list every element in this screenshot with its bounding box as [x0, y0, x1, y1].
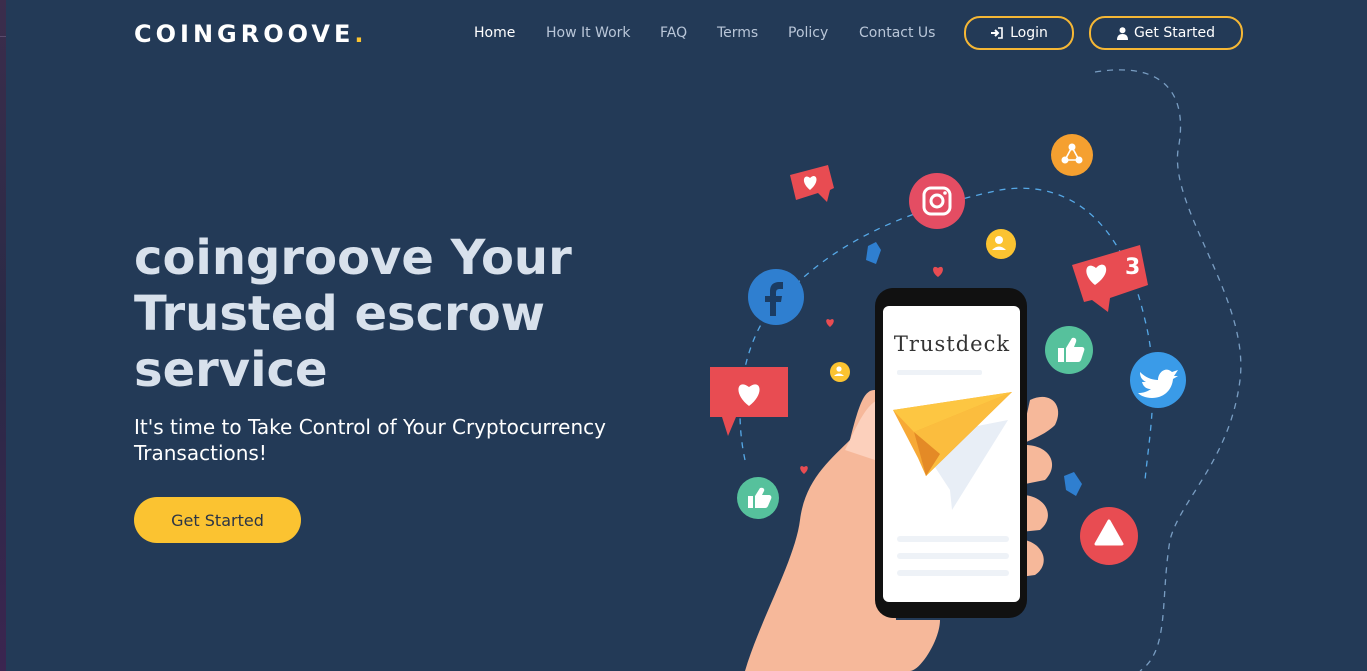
- nav-how-it-work[interactable]: How It Work: [546, 25, 631, 41]
- hero-get-started-button[interactable]: Get Started: [134, 497, 301, 543]
- phone-brand: Trustdeck: [894, 332, 1010, 356]
- user-icon: [1116, 26, 1128, 40]
- like-count: 3: [1125, 255, 1140, 280]
- thumbs-up-icon: [737, 477, 779, 519]
- login-label: Login: [1010, 25, 1048, 41]
- instagram-icon: [909, 173, 965, 229]
- user-badge-icon: [986, 229, 1016, 259]
- hero-title: coingroove Your Trusted escrow service: [134, 230, 572, 398]
- page: COINGROOVE. Home How It Work FAQ Terms P…: [6, 0, 1367, 671]
- nav-terms[interactable]: Terms: [717, 25, 758, 41]
- heart-bubble-icon: 3: [1072, 245, 1148, 312]
- hero-subtitle: It's time to Take Control of Your Crypto…: [134, 415, 606, 465]
- login-button[interactable]: Login: [964, 16, 1074, 50]
- brand-dot: .: [354, 20, 368, 48]
- share-icon: [1051, 134, 1093, 176]
- nav-home[interactable]: Home: [474, 25, 515, 41]
- nav-contact-us[interactable]: Contact Us: [859, 25, 935, 41]
- thumbs-up-icon: [866, 242, 881, 264]
- twitter-icon: [1130, 352, 1186, 408]
- brand-name: COINGROOVE: [134, 20, 355, 48]
- thumbs-up-icon: [1045, 326, 1093, 374]
- heart-bubble-icon: [790, 165, 834, 202]
- thumbs-up-icon: [1064, 472, 1082, 496]
- alert-triangle-icon: [1080, 507, 1138, 565]
- header-get-started-button[interactable]: Get Started: [1089, 16, 1243, 50]
- hero-illustration: Trustdeck 3: [710, 69, 1242, 671]
- phone-mockup: Trustdeck: [875, 288, 1027, 618]
- heart-bubble-icon: [710, 367, 788, 436]
- user-badge-icon: [830, 362, 850, 382]
- header-get-started-label: Get Started: [1133, 25, 1216, 41]
- nav-policy[interactable]: Policy: [788, 25, 828, 41]
- facebook-icon: [748, 269, 804, 325]
- sign-in-icon: [990, 27, 1004, 39]
- nav-faq[interactable]: FAQ: [660, 25, 687, 41]
- brand-logo[interactable]: COINGROOVE.: [134, 20, 367, 48]
